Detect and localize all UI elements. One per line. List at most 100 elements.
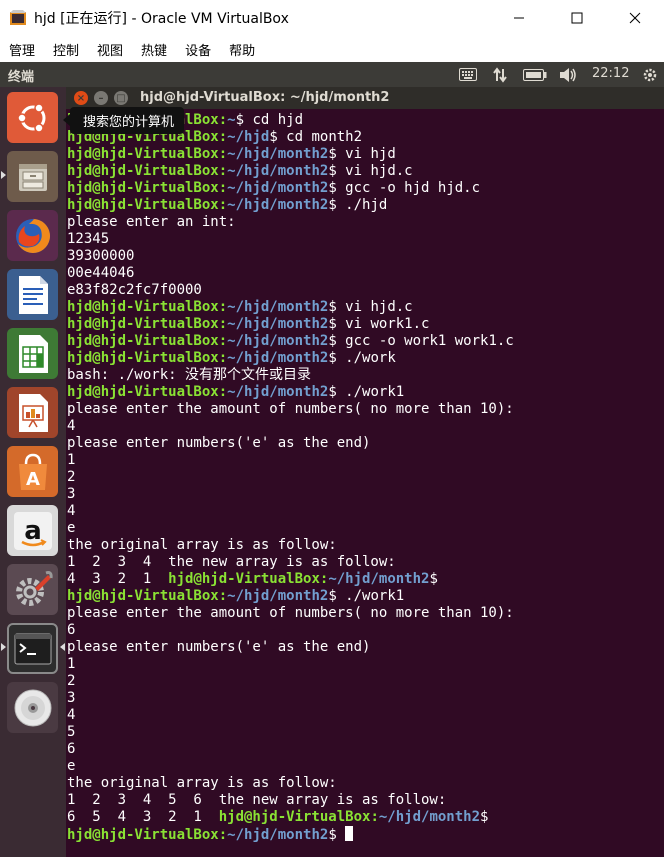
- terminal-line: e: [67, 758, 514, 775]
- prompt-user: hjd@hjd-VirtualBox: [67, 588, 219, 604]
- prompt-separator: :: [218, 197, 228, 213]
- prompt-separator: :: [218, 350, 228, 366]
- command-text: ./work1: [336, 588, 405, 604]
- ubuntu-dash-icon[interactable]: [7, 92, 58, 143]
- unity-launcher: A a: [0, 87, 66, 857]
- terminal-line: please enter numbers('e' as the end): [67, 639, 514, 656]
- output-text: 4: [67, 707, 76, 723]
- terminal-title: hjd@hjd-VirtualBox: ~/hjd/month2: [140, 90, 390, 105]
- svg-text:A: A: [26, 469, 40, 490]
- network-icon[interactable]: [490, 66, 510, 83]
- menu-control[interactable]: 控制: [44, 40, 88, 59]
- terminal-maximize-button[interactable]: □: [114, 91, 128, 105]
- terminal-title-bar[interactable]: × – □ hjd@hjd-VirtualBox: ~/hjd/month2: [66, 87, 664, 109]
- prompt-path: ~/hjd/month2: [227, 146, 329, 162]
- prompt-symbol: $: [328, 588, 337, 604]
- terminal-line: the original array is as follow:: [67, 775, 514, 792]
- terminal-line: e83f82c2fc7f0000: [67, 282, 514, 299]
- minimize-button[interactable]: [490, 0, 548, 36]
- prompt-symbol: $: [328, 316, 337, 332]
- menu-help[interactable]: 帮助: [220, 40, 264, 59]
- output-text: please enter an int:: [67, 214, 236, 230]
- prompt-path: ~/hjd/month2: [328, 571, 430, 587]
- minimize-icon: –: [98, 92, 104, 104]
- text-cursor: [345, 826, 354, 841]
- terminal-minimize-button[interactable]: –: [94, 91, 108, 105]
- panel-clock[interactable]: 22:12: [592, 66, 629, 81]
- output-text: 2: [67, 673, 76, 689]
- dvd-icon[interactable]: [7, 682, 58, 733]
- menu-view[interactable]: 视图: [88, 40, 132, 59]
- menu-devices[interactable]: 设备: [176, 40, 220, 59]
- prompt-symbol: $: [328, 146, 337, 162]
- terminal-line: 12345: [67, 231, 514, 248]
- terminal-line: 3: [67, 486, 514, 503]
- prompt-separator: :: [218, 163, 228, 179]
- output-text: 5: [67, 724, 76, 740]
- volume-icon[interactable]: [558, 66, 578, 83]
- prompt-separator: :: [218, 146, 228, 162]
- terminal-close-button[interactable]: ×: [74, 91, 88, 105]
- prompt-separator: :: [218, 316, 228, 332]
- prompt-user: hjd@hjd-VirtualBox: [218, 809, 371, 825]
- software-center-icon[interactable]: A: [7, 446, 58, 497]
- svg-text:a: a: [24, 516, 42, 546]
- prompt-separator: :: [218, 129, 228, 145]
- calc-icon[interactable]: [7, 328, 58, 379]
- minimize-icon: [514, 17, 524, 19]
- prompt-separator: :: [218, 588, 228, 604]
- prompt-path: ~/hjd: [227, 129, 270, 145]
- keyboard-icon[interactable]: [458, 66, 478, 83]
- output-text: the original array is as follow:: [67, 775, 337, 791]
- output-text: please enter numbers('e' as the end): [67, 639, 371, 655]
- close-button[interactable]: [606, 0, 664, 36]
- amazon-icon[interactable]: a: [7, 505, 58, 556]
- terminal-line: hjd@hjd-VirtualBox:~/hjd/month2$ vi hjd.…: [67, 299, 514, 316]
- prompt-symbol: $: [328, 384, 337, 400]
- prompt-separator: :: [218, 180, 228, 196]
- output-text: 6 5 4 3 2 1: [67, 809, 219, 825]
- terminal-line: 00e44046: [67, 265, 514, 282]
- output-text: 1 2 3 4 5 6 the new array is as follow:: [67, 792, 447, 808]
- gear-icon[interactable]: [640, 66, 660, 83]
- impress-icon[interactable]: [7, 387, 58, 438]
- firefox-icon[interactable]: [7, 210, 58, 261]
- maximize-button[interactable]: [548, 0, 606, 36]
- terminal-line: 4: [67, 418, 514, 435]
- terminal-line: hjd@hjd-VirtualBox:~/hjd/month2$: [67, 826, 514, 843]
- system-settings-icon[interactable]: [7, 564, 58, 615]
- host-title-bar[interactable]: hjd [正在运行] - Oracle VM VirtualBox: [0, 0, 664, 36]
- terminal-icon[interactable]: [7, 623, 58, 674]
- terminal-line: e: [67, 520, 514, 537]
- running-indicator: [1, 643, 6, 651]
- output-text: 4: [67, 418, 76, 434]
- battery-icon[interactable]: [523, 66, 547, 83]
- output-text: 1 2 3 4 the new array is as follow:: [67, 554, 396, 570]
- prompt-symbol: $: [328, 197, 337, 213]
- terminal-line: hjd@hjd-VirtualBox:~/hjd/month2$ ./work: [67, 350, 514, 367]
- prompt-user: hjd@hjd-VirtualBox: [67, 180, 219, 196]
- menu-hotkeys[interactable]: 热键: [132, 40, 176, 59]
- output-text: 6: [67, 741, 76, 757]
- prompt-path: ~/hjd/month2: [227, 350, 329, 366]
- prompt-path: ~/hjd/month2: [378, 809, 481, 825]
- close-icon: ×: [76, 92, 86, 104]
- maximize-icon: [571, 12, 583, 24]
- writer-icon[interactable]: [7, 269, 58, 320]
- terminal-line: 5: [67, 724, 514, 741]
- ubuntu-top-panel: 终端 22:12: [0, 62, 664, 87]
- output-text: the original array is as follow:: [67, 537, 337, 553]
- terminal-line: hjd@hjd-VirtualBox:~/hjd/month2$ vi hjd: [67, 146, 514, 163]
- output-text: 12345: [67, 231, 110, 247]
- output-text: 00e44046: [67, 265, 135, 281]
- prompt-symbol: $: [328, 180, 337, 196]
- terminal-line: the original array is as follow:: [67, 537, 514, 554]
- terminal-line: 1: [67, 656, 514, 673]
- terminal-output[interactable]: hjd@hjd-VirtualBox:~$ cd hjdhjd@hjd-Virt…: [67, 112, 514, 843]
- files-icon[interactable]: [7, 151, 58, 202]
- menu-manage[interactable]: 管理: [0, 40, 44, 59]
- terminal-line: 4: [67, 707, 514, 724]
- terminal-line: hjd@hjd-VirtualBox:~/hjd/month2$ ./work1: [67, 384, 514, 401]
- output-text: 6: [67, 622, 76, 638]
- terminal-window[interactable]: × – □ hjd@hjd-VirtualBox: ~/hjd/month2 h…: [66, 87, 664, 857]
